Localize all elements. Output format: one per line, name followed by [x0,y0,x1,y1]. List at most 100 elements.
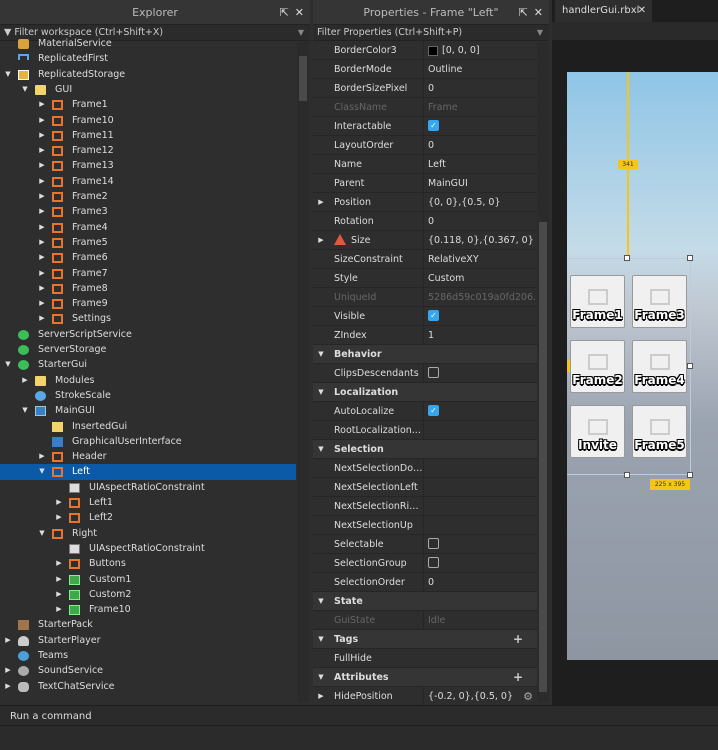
property-row[interactable]: RootLocalization... [313,421,537,440]
tree-item[interactable]: ServerStorage [0,342,296,357]
expanded-arrow-icon[interactable]: ▼ [316,592,326,611]
chevron-down-icon[interactable]: ▼ [298,25,304,41]
checkbox[interactable]: ✓ [428,405,439,416]
property-row[interactable]: BorderMode Outline [313,60,537,79]
property-value[interactable] [423,478,537,497]
collapsed-arrow-icon[interactable]: ▶ [54,495,64,510]
collapsed-arrow-icon[interactable]: ▶ [316,687,326,705]
collapsed-arrow-icon[interactable]: ▶ [37,174,47,189]
property-value[interactable] [423,364,537,383]
collapsed-arrow-icon[interactable]: ▶ [37,128,47,143]
property-row[interactable]: Name Left [313,155,537,174]
property-value[interactable]: {0, 0},{0.5, 0} [423,193,537,212]
tile-frame[interactable]: Frame2 [570,340,625,393]
gear-icon[interactable]: ⚙ [523,687,533,705]
property-value[interactable]: ✓ [423,307,537,326]
property-row[interactable]: NextSelectionLeft [313,478,537,497]
expanded-arrow-icon[interactable]: ▼ [3,357,13,372]
expanded-arrow-icon[interactable]: ▼ [316,440,326,459]
property-value[interactable]: {0.118, 0},{0.367, 0} [423,231,537,250]
properties-scrollbar[interactable] [537,42,549,702]
collapsed-arrow-icon[interactable]: ▶ [3,663,13,678]
resize-handle[interactable] [687,472,693,478]
property-row[interactable]: BorderSizePixel 0 [313,79,537,98]
tree-item[interactable]: ▼ MainGUI [0,403,296,418]
tree-item[interactable]: GraphicalUserInterface [0,434,296,449]
property-value[interactable]: Outline [423,60,537,79]
collapsed-arrow-icon[interactable]: ▶ [3,633,13,648]
scrollbar-thumb[interactable] [299,56,307,101]
close-icon[interactable]: ✕ [638,0,646,22]
tree-item[interactable]: ▶ Frame7 [0,266,296,281]
property-row[interactable]: ZIndex 1 [313,326,537,345]
properties-filter-input[interactable]: Filter Properties (Ctrl+Shift+P) ▼ [313,25,549,41]
property-row[interactable]: NextSelectionUp [313,516,537,535]
property-row[interactable]: SelectionOrder 0 [313,573,537,592]
tree-item[interactable]: ▶ Custom2 [0,587,296,602]
checkbox[interactable]: ✓ [428,120,439,131]
checkbox[interactable]: ✓ [428,310,439,321]
property-value[interactable]: MainGUI [423,174,537,193]
collapsed-arrow-icon[interactable]: ▶ [37,220,47,235]
tree-item[interactable]: ▼ Right [0,526,296,541]
tree-item[interactable]: ▶ Custom1 [0,572,296,587]
checkbox[interactable] [428,367,439,378]
property-value[interactable] [423,459,537,478]
property-section-header[interactable]: ▼ Selection [313,440,537,459]
property-row[interactable]: Style Custom [313,269,537,288]
expanded-arrow-icon[interactable]: ▼ [316,345,326,364]
tree-item[interactable]: ▶ Frame1 [0,97,296,112]
tree-item[interactable]: StrokeScale [0,388,296,403]
collapsed-arrow-icon[interactable]: ▶ [37,250,47,265]
property-value[interactable]: Custom [423,269,537,288]
property-value[interactable]: 1 [423,326,537,345]
viewport[interactable]: handlerGui.rbxl ✕ 341 Frame1 Frame3 Frame2 F… [552,0,718,705]
tree-item[interactable]: ▼ ReplicatedStorage [0,67,296,82]
property-row[interactable]: Interactable ✓ [313,117,537,136]
tree-item[interactable]: ▶ Buttons [0,556,296,571]
chevron-down-icon[interactable]: ▼ [537,25,543,41]
property-row[interactable]: UniqueId 5286d59c019a0fd206... [313,288,537,307]
tree-item[interactable]: ▶ SoundService [0,663,296,678]
collapsed-arrow-icon[interactable]: ▶ [37,235,47,250]
collapsed-arrow-icon[interactable]: ▶ [20,373,30,388]
expanded-arrow-icon[interactable]: ▼ [316,668,326,687]
tree-item[interactable]: StarterPack [0,617,296,632]
add-icon[interactable]: + [513,630,523,649]
property-row[interactable]: AutoLocalize ✓ [313,402,537,421]
property-row[interactable]: Parent MainGUI [313,174,537,193]
property-row[interactable]: ClassName Frame [313,98,537,117]
tree-item[interactable]: ▶ Frame13 [0,158,296,173]
tree-item[interactable]: ▶ Frame10 [0,602,296,617]
tile-frame[interactable]: Frame4 [632,340,687,393]
resize-handle[interactable] [687,363,693,369]
property-value[interactable]: 0 [423,79,537,98]
expanded-arrow-icon[interactable]: ▼ [37,464,47,479]
tree-item[interactable]: UIAspectRatioConstraint [0,541,296,556]
property-section-header[interactable]: ▼ Localization [313,383,537,402]
tree-item[interactable]: ▼ StarterGui [0,357,296,372]
tile-frame[interactable]: Frame1 [570,275,625,328]
collapsed-arrow-icon[interactable]: ▶ [3,679,13,694]
color-swatch[interactable] [428,45,438,56]
command-input[interactable]: Run a command [0,708,718,726]
property-section-header[interactable]: ▼ Attributes + [313,668,537,687]
tree-item[interactable]: ▶ Frame9 [0,296,296,311]
tree-item[interactable]: ServerScriptService [0,327,296,342]
resize-handle[interactable] [624,472,630,478]
collapsed-arrow-icon[interactable]: ▶ [54,556,64,571]
property-value[interactable] [423,421,537,440]
property-value[interactable]: [0, 0, 0] [423,41,537,60]
property-value[interactable]: 0 [423,573,537,592]
collapsed-arrow-icon[interactable]: ▶ [54,572,64,587]
property-value[interactable] [423,535,537,554]
game-scene[interactable]: 341 Frame1 Frame3 Frame2 Frame4 Invite Frame5… [567,72,718,660]
tree-item[interactable]: MaterialService [0,36,296,51]
property-row[interactable]: LayoutOrder 0 [313,136,537,155]
collapsed-arrow-icon[interactable]: ▶ [37,204,47,219]
tree-item[interactable]: InsertedGui [0,419,296,434]
property-row[interactable]: NextSelectionDown [313,459,537,478]
collapsed-arrow-icon[interactable]: ▶ [37,449,47,464]
undock-icon[interactable]: ⇱ [280,6,289,19]
close-icon[interactable]: ✕ [295,6,304,19]
